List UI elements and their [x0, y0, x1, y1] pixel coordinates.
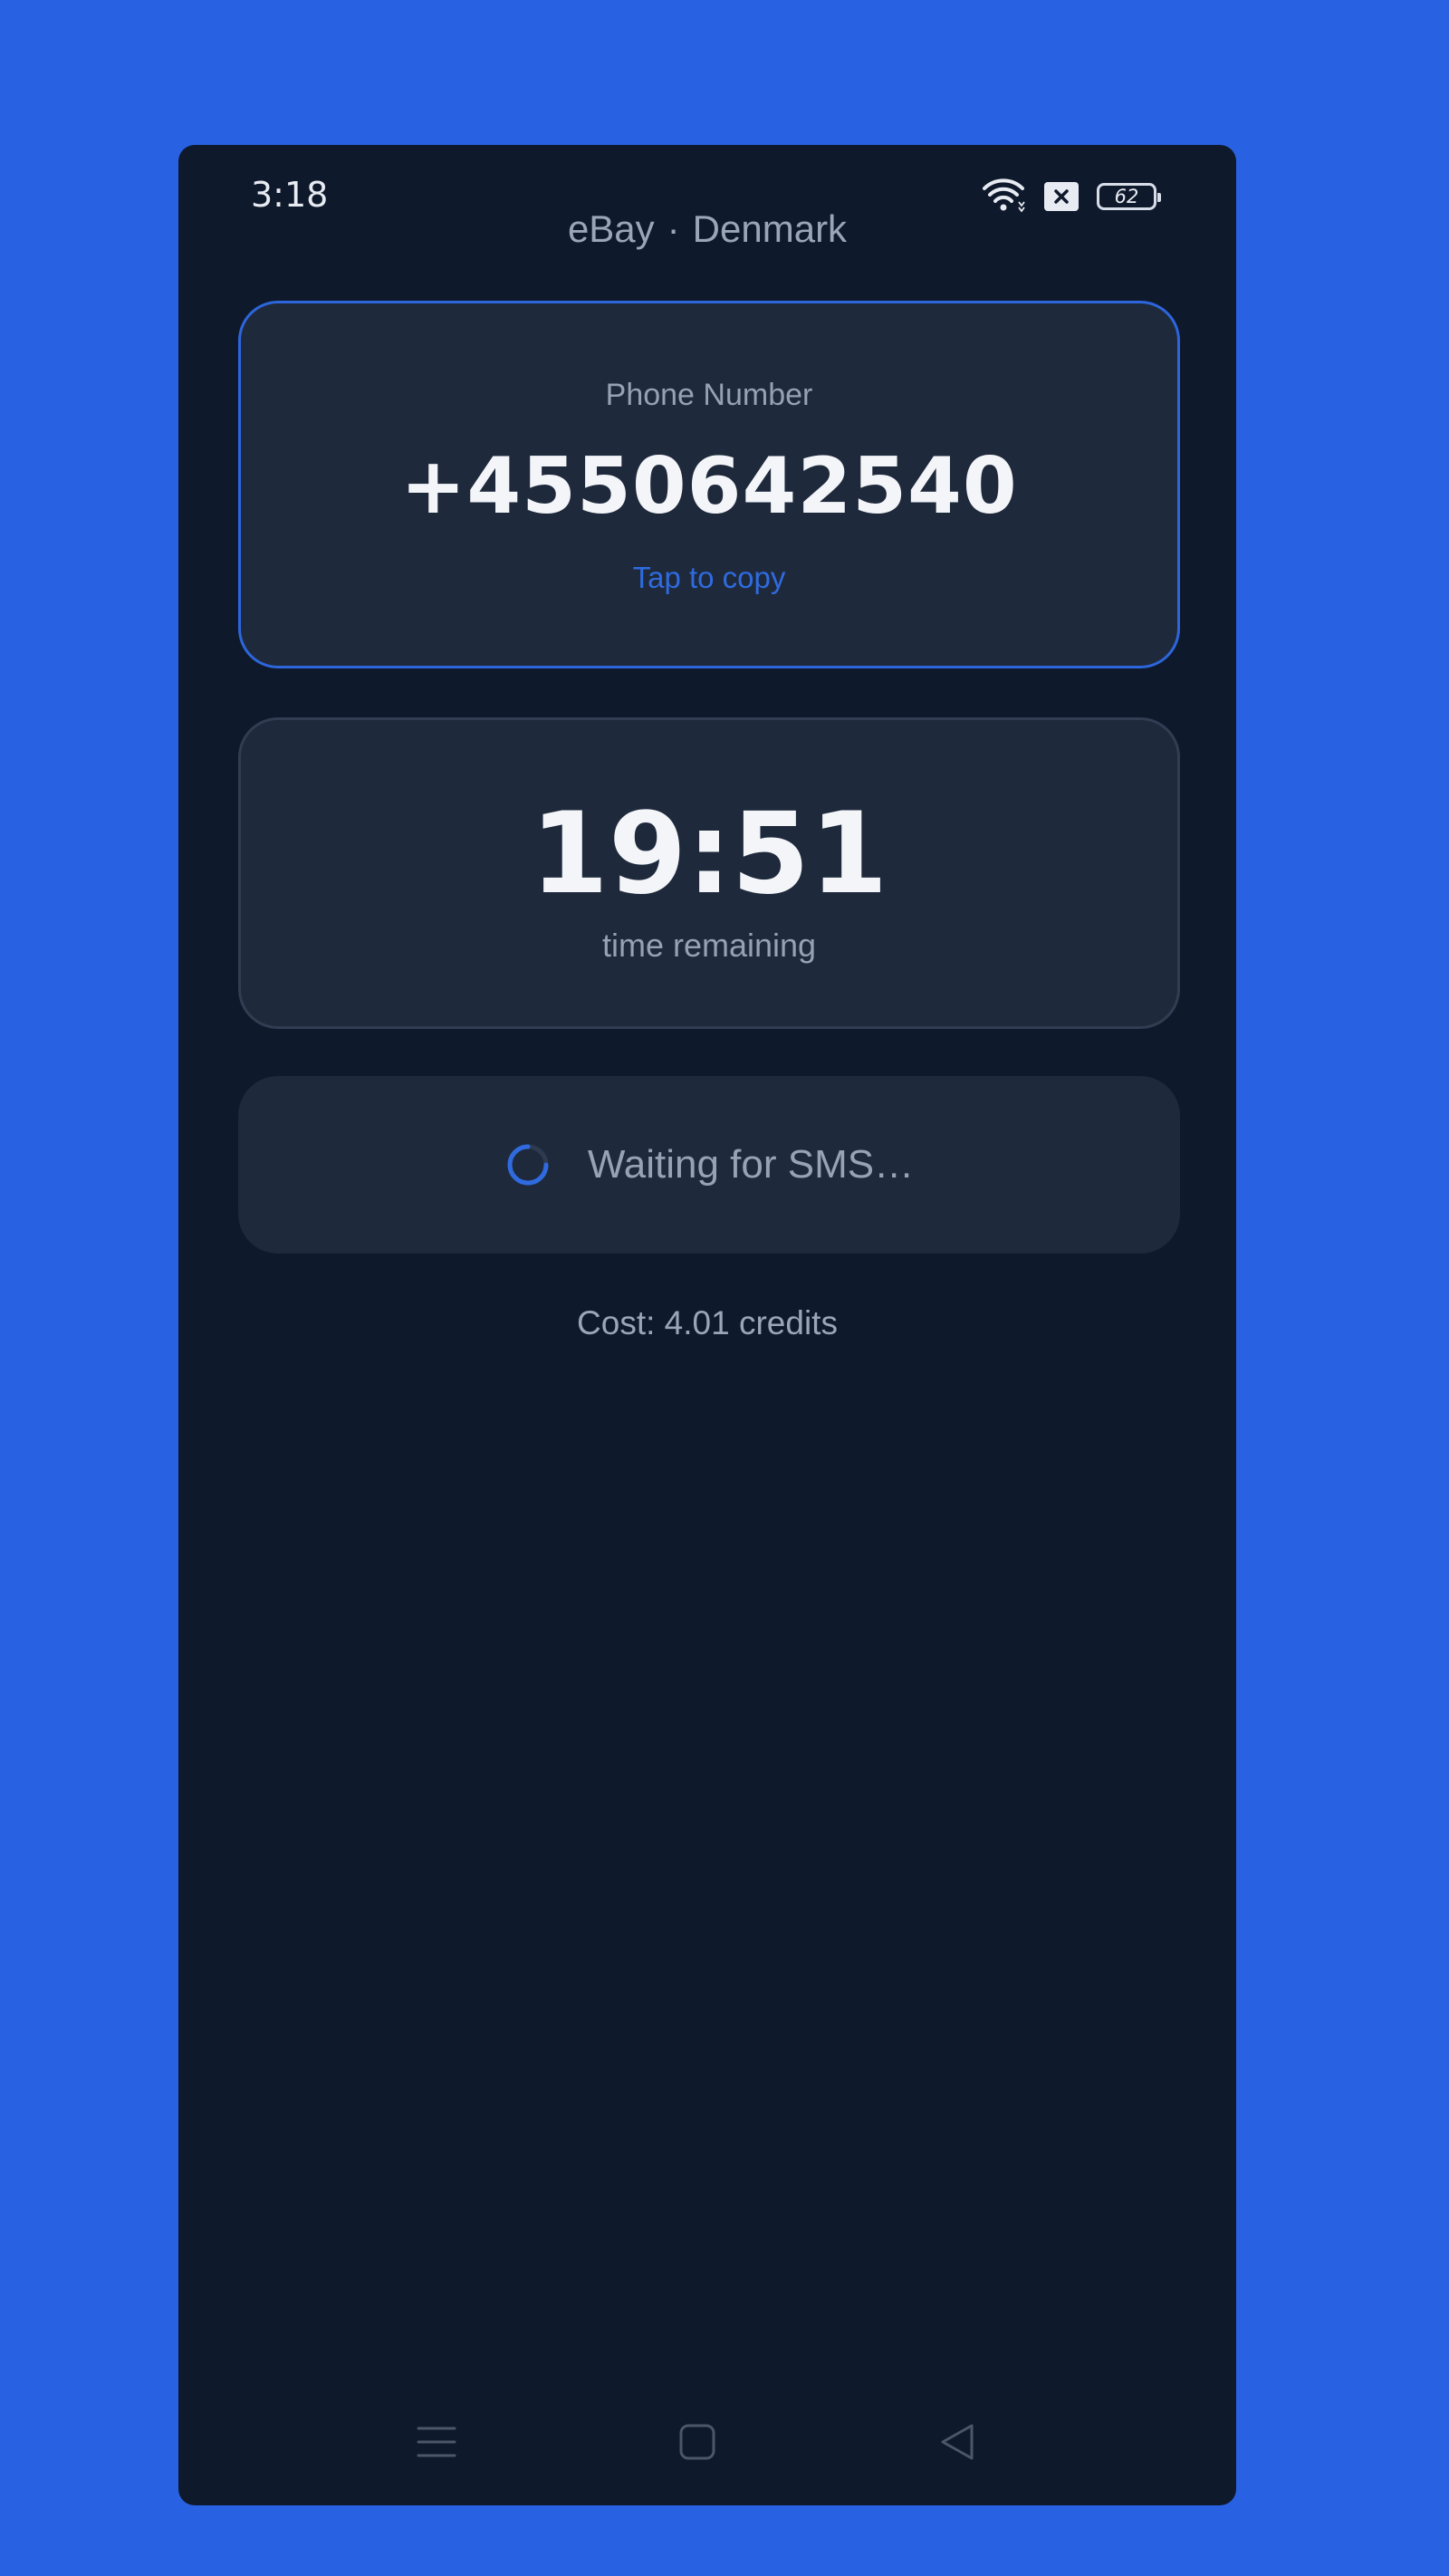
- country-name: Denmark: [692, 207, 848, 250]
- app-screen: 3:18 62 eBay · Denmark Phone Number +45506…: [178, 145, 1236, 2505]
- cost-text: Cost: 4.01 credits: [577, 1304, 838, 1341]
- sms-status-text: Waiting for SMS…: [587, 1142, 915, 1187]
- loading-spinner-icon: [504, 1141, 552, 1188]
- title-separator: ·: [667, 207, 680, 250]
- service-name: eBay: [567, 207, 655, 250]
- timer-card: 19:51 time remaining: [238, 717, 1180, 1029]
- navigation-bar: [178, 2415, 1236, 2469]
- page-title: eBay · Denmark: [178, 207, 1236, 252]
- tap-to-copy-link[interactable]: Tap to copy: [241, 561, 1177, 595]
- phone-number-card[interactable]: Phone Number +4550642540 Tap to copy: [238, 301, 1180, 668]
- home-icon[interactable]: [670, 2415, 724, 2469]
- battery-level: 62: [1114, 185, 1139, 207]
- countdown-timer: 19:51: [530, 789, 888, 919]
- phone-number-value[interactable]: +4550642540: [241, 441, 1177, 532]
- timer-label: time remaining: [601, 927, 817, 964]
- back-icon[interactable]: [930, 2415, 984, 2469]
- phone-number-label: Phone Number: [605, 378, 813, 412]
- sms-status-card: Waiting for SMS…: [238, 1076, 1180, 1254]
- menu-icon[interactable]: [409, 2415, 464, 2469]
